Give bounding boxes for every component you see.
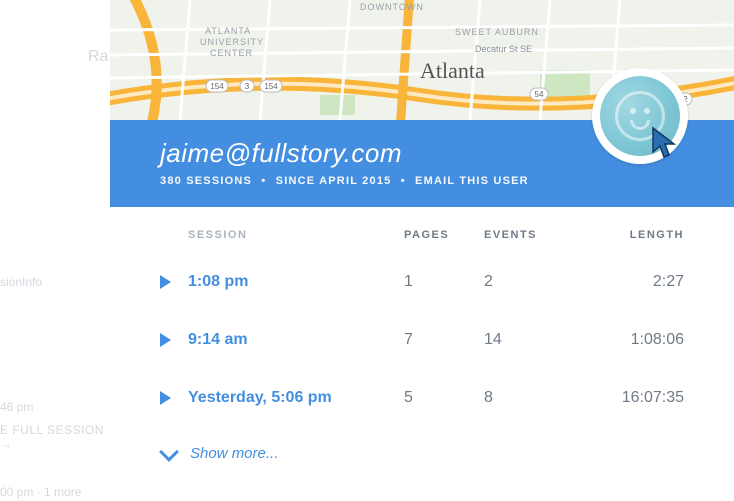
cell-length: 1:08:06 — [574, 331, 684, 349]
cell-length: 2:27 — [574, 273, 684, 291]
col-pages: PAGES — [404, 229, 484, 241]
svg-text:SWEET AUBURN: SWEET AUBURN — [455, 27, 539, 37]
play-icon[interactable] — [160, 275, 171, 289]
bg-fragment: sionInfo — [0, 275, 42, 289]
svg-text:CENTER: CENTER — [210, 48, 253, 58]
svg-text:154: 154 — [264, 82, 278, 91]
cursor-icon — [650, 126, 680, 160]
sessions-table: SESSION PAGES EVENTS LENGTH 1:08 pm 1 2 … — [110, 207, 734, 462]
chevron-down-icon — [159, 442, 179, 462]
svg-text:DOWNTOWN: DOWNTOWN — [360, 2, 424, 12]
show-more-label: Show more... — [190, 445, 278, 462]
avatar[interactable] — [592, 68, 688, 164]
email-user-link[interactable]: EMAIL THIS USER — [415, 175, 529, 187]
play-icon[interactable] — [160, 333, 171, 347]
col-session: SESSION — [188, 229, 404, 241]
cell-pages: 1 — [404, 273, 484, 291]
session-link[interactable]: 9:14 am — [188, 331, 404, 349]
session-link[interactable]: Yesterday, 5:06 pm — [188, 389, 404, 407]
cell-events: 2 — [484, 273, 574, 291]
col-length: LENGTH — [574, 229, 684, 241]
cell-length: 16:07:35 — [574, 389, 684, 407]
svg-text:154: 154 — [210, 82, 224, 91]
user-since: SINCE APRIL 2015 — [276, 175, 392, 187]
bg-fragment: 46 pm — [0, 400, 33, 414]
user-header: jaime@fullstory.com 380 SESSIONS • SINCE… — [110, 120, 734, 207]
table-row: Yesterday, 5:06 pm 5 8 16:07:35 — [160, 369, 684, 427]
background-panel: Ra sionInfo 46 pm E FULL SESSION → 00 pm… — [0, 0, 110, 501]
show-more-button[interactable]: Show more... — [160, 427, 684, 462]
col-events: EVENTS — [484, 229, 574, 241]
svg-text:ATLANTA: ATLANTA — [205, 26, 251, 36]
svg-text:UNIVERSITY: UNIVERSITY — [200, 37, 264, 47]
cell-pages: 7 — [404, 331, 484, 349]
bg-fragment: Ra — [88, 48, 108, 66]
svg-text:54: 54 — [535, 90, 544, 99]
sessions-count: 380 SESSIONS — [160, 175, 252, 187]
user-meta: 380 SESSIONS • SINCE APRIL 2015 • EMAIL … — [160, 175, 684, 187]
map-city-label: Atlanta — [420, 58, 485, 83]
table-row: 1:08 pm 1 2 2:27 — [160, 253, 684, 311]
table-row: 9:14 am 7 14 1:08:06 — [160, 311, 684, 369]
svg-text:Decatur St SE: Decatur St SE — [475, 44, 532, 54]
cell-events: 14 — [484, 331, 574, 349]
svg-text:3: 3 — [245, 82, 250, 91]
cell-pages: 5 — [404, 389, 484, 407]
user-card: Atlanta DOWNTOWN SWEET AUBURN ATLANTA UN… — [110, 0, 734, 462]
play-icon[interactable] — [160, 391, 171, 405]
bg-fragment: 00 pm · 1 more — [0, 485, 81, 499]
bg-fragment: E FULL SESSION → — [0, 423, 110, 451]
session-link[interactable]: 1:08 pm — [188, 273, 404, 291]
table-header: SESSION PAGES EVENTS LENGTH — [160, 207, 684, 253]
cell-events: 8 — [484, 389, 574, 407]
